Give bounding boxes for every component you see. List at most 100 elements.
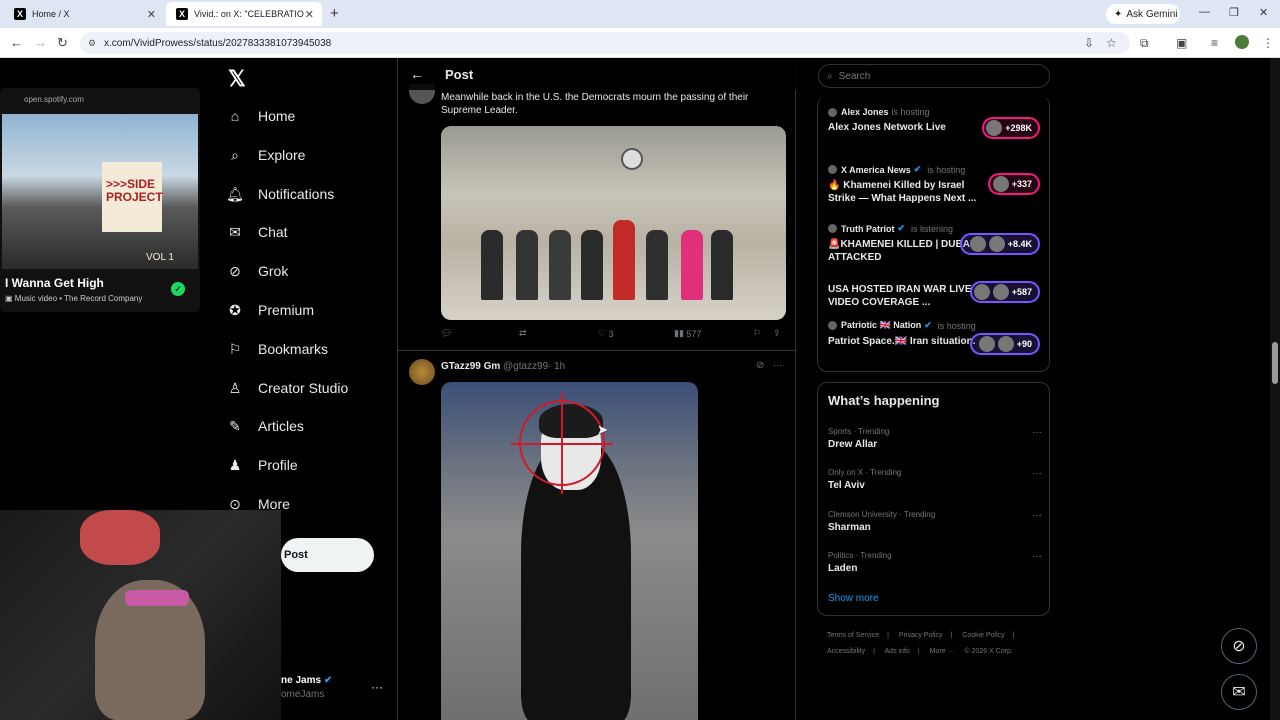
browser-tab-home[interactable]: X Home / X ✕	[4, 2, 164, 26]
more-link[interactable]: More ···	[930, 648, 955, 655]
close-tab-icon[interactable]: ✕	[305, 8, 314, 21]
more-icon[interactable]: ···	[1032, 427, 1042, 438]
avatar[interactable]	[409, 359, 435, 385]
space-listeners-pill[interactable]: +8.4K	[960, 233, 1040, 255]
tweet-header-actions: ⊘ ···	[756, 360, 783, 371]
nav-grok[interactable]: ⊘ Grok	[226, 256, 288, 286]
site-info-icon[interactable]: ⚙	[88, 38, 96, 49]
nav-notifications[interactable]: 🔔︎ Notifications	[226, 179, 334, 209]
nav-chat[interactable]: ✉ Chat	[226, 217, 287, 247]
cookie-link[interactable]: Cookie Policy	[962, 632, 1004, 639]
check-icon[interactable]: ✓	[171, 282, 185, 296]
search-input[interactable]: ⌕ Search	[818, 64, 1050, 88]
pip-source-url: open.spotify.com	[24, 95, 84, 104]
menu-icon[interactable]: ⋮	[1262, 36, 1274, 50]
nav-home[interactable]: ⌂ Home	[226, 101, 296, 131]
reload-icon[interactable]: ↻	[57, 35, 68, 51]
restore-icon[interactable]: ❐	[1229, 6, 1239, 19]
reply-icon[interactable]: 💬︎	[441, 328, 452, 339]
profile-avatar[interactable]	[1235, 35, 1249, 49]
post-header: ← Post	[398, 58, 797, 90]
tweet-author-name[interactable]: GTazz99 Gm	[441, 361, 500, 372]
x-logo-icon[interactable]: 𝕏	[228, 66, 246, 92]
forward-icon[interactable]: →	[34, 35, 47, 50]
space-listeners-pill[interactable]: +298K	[982, 117, 1040, 139]
views-chart-icon: ▮▮	[674, 328, 687, 338]
tweet-image[interactable]	[441, 382, 698, 720]
messages-fab[interactable]: ✉	[1221, 674, 1257, 710]
ads-info-link[interactable]: Ads info	[885, 648, 910, 655]
mouse-cursor-icon: ➤	[597, 422, 608, 437]
browser-tab-post[interactable]: X Vivid.: on X: "CELEBRATIO ✕	[166, 2, 322, 26]
gemini-sparkle-icon: ✦	[1114, 8, 1123, 20]
new-tab-icon[interactable]: +	[330, 5, 339, 22]
ask-gemini-button[interactable]: ✦ Ask Gemini	[1106, 4, 1180, 24]
back-icon[interactable]: ←	[10, 35, 23, 50]
account-name[interactable]: ne Jams ✔	[281, 675, 332, 686]
trend-item[interactable]: Only on X · Trending Tel Aviv ···	[828, 468, 1042, 491]
nav-creator-studio[interactable]: ♙ Creator Studio	[226, 373, 349, 403]
space-listeners-pill[interactable]: +587	[970, 281, 1040, 303]
home-icon: ⌂	[230, 108, 240, 124]
bookmark-star-icon[interactable]: ☆	[1106, 36, 1117, 50]
url-text: x.com/VividProwess/status/20278333810739…	[104, 37, 332, 49]
space-listeners-pill[interactable]: +90	[970, 333, 1040, 355]
tweet-image[interactable]	[441, 126, 786, 320]
crosshair-line	[561, 392, 563, 494]
post-button[interactable]: Post	[281, 538, 374, 572]
album-art-sign: >>>SIDE PROJECT	[102, 162, 163, 232]
views-button[interactable]: ▮▮ 577	[674, 328, 701, 339]
grok-fab[interactable]: ⊘	[1221, 628, 1257, 664]
bookmark-icon[interactable]: ⚐	[753, 328, 761, 339]
page-scrollbar[interactable]	[1270, 58, 1280, 720]
space-item[interactable]: X America News ✔ is hosting 🔥 Khamenei K…	[828, 164, 1050, 205]
nav-articles[interactable]: ✎ Articles	[226, 411, 304, 441]
browser-toolbar: ← → ↻ ⚙ x.com/VividProwess/status/202783…	[0, 28, 1280, 58]
bookmark-icon: ⚐	[228, 340, 242, 357]
trend-item[interactable]: Clemson University · Trending Sharman ··…	[828, 510, 1042, 533]
terms-link[interactable]: Terms of Service	[827, 632, 879, 639]
install-app-icon[interactable]: ⇩	[1084, 36, 1094, 50]
scrollbar-thumb[interactable]	[1272, 342, 1278, 384]
address-bar[interactable]: ⚙ x.com/VividProwess/status/202783338107…	[80, 32, 1130, 54]
grok-icon[interactable]: ⊘	[756, 360, 764, 371]
image-figure	[613, 220, 635, 300]
back-arrow-icon[interactable]: ←	[410, 66, 424, 82]
more-icon[interactable]: ···	[1032, 510, 1042, 521]
extensions-icon[interactable]: ⧉	[1140, 36, 1149, 51]
space-listeners-pill[interactable]: +337	[988, 173, 1040, 195]
avatar	[828, 107, 837, 117]
space-host: Patriotic 🇬🇧 Nation ✔ is hosting	[828, 320, 1050, 331]
tweet-timestamp[interactable]: · 1h	[548, 361, 565, 372]
tweet-author-handle[interactable]: @gtazz99	[503, 361, 548, 372]
image-figure	[516, 230, 538, 300]
share-icon[interactable]: ⇪	[773, 328, 781, 339]
space-item[interactable]: Alex Jones is hosting Alex Jones Network…	[828, 107, 1050, 139]
nav-premium[interactable]: ✪ Premium	[226, 295, 314, 325]
close-window-icon[interactable]: ✕	[1259, 6, 1268, 19]
nav-bookmarks[interactable]: ⚐ Bookmarks	[226, 334, 328, 364]
sidebar-icon[interactable]: ▣	[1176, 36, 1187, 50]
x-page: open.spotify.com >>>SIDE PROJECT VOL 1 I…	[0, 58, 1280, 720]
more-icon[interactable]: ···	[773, 360, 783, 371]
show-more-link[interactable]: Show more	[828, 593, 879, 604]
space-item[interactable]: Truth Patriot ✔ is listening 🚨KHAMENEI K…	[828, 223, 1050, 264]
trend-item[interactable]: Politics · Trending Laden ···	[828, 551, 1042, 574]
spotify-pip-window[interactable]: open.spotify.com >>>SIDE PROJECT VOL 1 I…	[0, 88, 200, 312]
space-item[interactable]: USA HOSTED IRAN WAR LIVE VIDEO COVERAGE …	[828, 279, 1050, 309]
space-item[interactable]: Patriotic 🇬🇧 Nation ✔ is hosting Patriot…	[828, 320, 1050, 355]
minimize-icon[interactable]: —	[1199, 6, 1210, 18]
close-tab-icon[interactable]: ✕	[147, 8, 156, 21]
nav-profile[interactable]: ♟ Profile	[226, 450, 298, 480]
nav-explore[interactable]: ⌕ Explore	[226, 140, 305, 170]
trend-item[interactable]: Sports · Trending Drew Allar ···	[828, 427, 1042, 450]
accessibility-link[interactable]: Accessibility	[827, 648, 865, 655]
privacy-link[interactable]: Privacy Policy	[899, 632, 943, 639]
like-button[interactable]: ♡ 3	[598, 328, 614, 339]
repost-icon[interactable]: ⇄	[519, 328, 527, 339]
account-handle: omeJams	[281, 689, 325, 700]
more-icon[interactable]: ···	[1032, 468, 1042, 479]
account-menu-icon[interactable]: ···	[371, 680, 383, 694]
more-icon[interactable]: ···	[1032, 551, 1042, 562]
media-controls-icon[interactable]: ≡	[1211, 36, 1218, 50]
